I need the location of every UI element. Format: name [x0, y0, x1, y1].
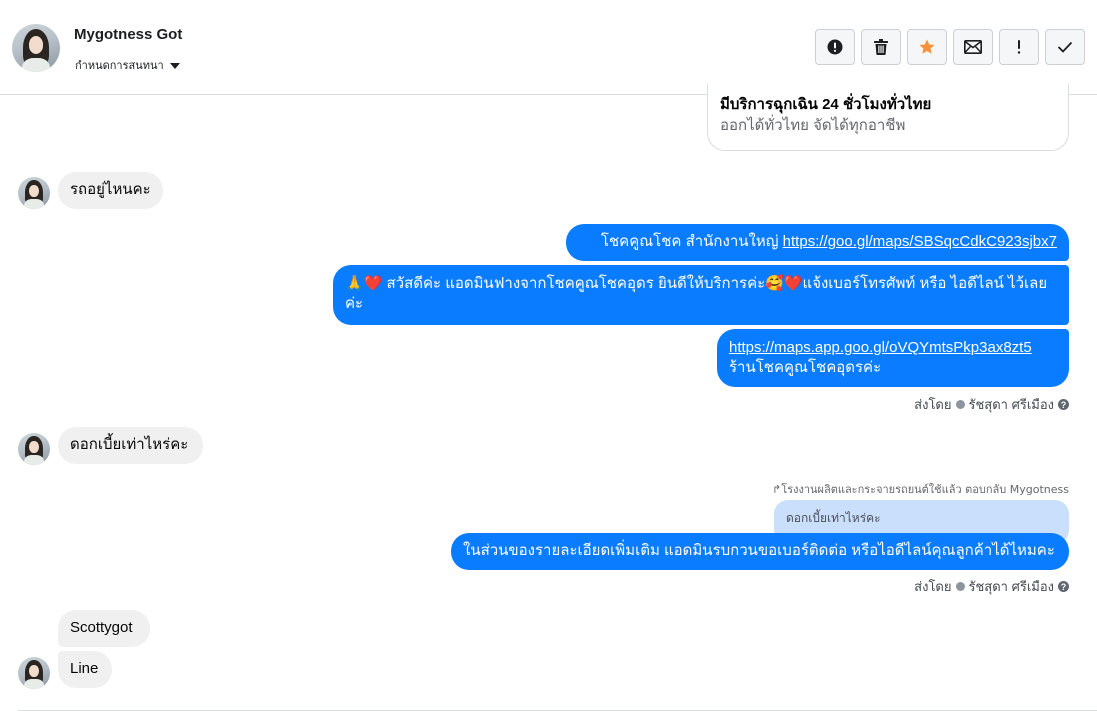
exclamation-icon — [1017, 40, 1021, 54]
message-text: ในส่วนของรายละเอียดเพิ่มเติม แอดมินรบกวน… — [463, 542, 1055, 559]
maps-link[interactable]: https://goo.gl/maps/SBSqcCdkC923sjbx7 — [783, 233, 1057, 250]
message-text: โชคคูณโชค สำนักงานใหญ่ — [600, 233, 783, 250]
agent-avatar-icon — [955, 582, 965, 591]
exclamation-circle-icon — [827, 39, 843, 55]
assign-conversation-dropdown[interactable]: กำหนดการสนทนา — [75, 56, 180, 74]
message-text: รถอยู่ไหนคะ — [70, 181, 151, 198]
help-icon[interactable]: ? — [1058, 581, 1069, 592]
card-subtitle: ออกได้ทั่วไทย จัดได้ทุกอาชีพ — [720, 117, 906, 134]
sent-by-label: ส่งโดย — [914, 397, 952, 412]
agent-avatar-icon — [955, 400, 965, 409]
link-preview-card[interactable]: มีบริการฉุกเฉิน 24 ชั่วโมงทั่วไทย ออกได้… — [707, 84, 1069, 151]
done-button[interactable] — [1045, 29, 1085, 65]
maps-link[interactable]: https://maps.app.goo.gl/oVQYmtsPkp3ax8zt… — [729, 338, 1057, 358]
assign-label: กำหนดการสนทนา — [75, 59, 164, 72]
incoming-message: Scottygot — [58, 610, 150, 647]
conversation-header: Mygotness Got กำหนดการสนทนา — [0, 0, 1097, 95]
alert-button[interactable] — [815, 29, 855, 65]
toolbar — [815, 29, 1085, 65]
check-icon — [1057, 41, 1073, 53]
star-icon — [919, 39, 935, 54]
help-icon[interactable]: ? — [1058, 399, 1069, 410]
sent-by-label: ส่งโดย — [914, 579, 952, 594]
sent-by-info: ส่งโดย รัชสุดา ศรีเมือง ? — [914, 394, 1069, 415]
sender-avatar[interactable] — [18, 433, 50, 465]
message-text: Line — [70, 660, 99, 677]
contact-name[interactable]: Mygotness Got — [74, 26, 182, 43]
sent-by-info: ส่งโดย รัชสุดา ศรีเมือง ? — [914, 576, 1069, 597]
outgoing-message: 🙏❤️ สวัสดีค่ะ แอดมินฟางจากโชคคูณโชคอุดร … — [333, 265, 1069, 325]
outgoing-message: ในส่วนของรายละเอียดเพิ่มเติม แอดมินรบกวน… — [451, 533, 1069, 570]
star-button[interactable] — [907, 29, 947, 65]
outgoing-message: https://maps.app.goo.gl/oVQYmtsPkp3ax8zt… — [717, 329, 1069, 387]
sender-avatar[interactable] — [18, 177, 50, 209]
mark-unread-button[interactable] — [953, 29, 993, 65]
incoming-message: Line — [58, 651, 112, 688]
incoming-message: ดอกเบี้ยเท่าไหร่คะ — [58, 427, 203, 464]
message-text: ดอกเบี้ยเท่าไหร่คะ — [70, 436, 189, 453]
contact-avatar[interactable] — [12, 24, 60, 72]
message-text: ร้านโชคคูณโชคอุดรค่ะ — [729, 359, 882, 376]
envelope-icon — [964, 40, 982, 54]
message-text: Scottygot — [70, 619, 133, 636]
chevron-down-icon — [169, 62, 180, 69]
delete-button[interactable] — [861, 29, 901, 65]
outgoing-message: โชคคูณโชค สำนักงานใหญ่ https://goo.gl/ma… — [566, 224, 1069, 261]
message-text: ค่ะ — [345, 295, 364, 312]
agent-name[interactable]: รัชสุดา ศรีเมือง — [969, 394, 1055, 415]
sender-avatar[interactable] — [18, 657, 50, 689]
reply-note: ↱โรงงานผลิตและกระจายรถยนต์ใช้แล้ว ตอบกลั… — [772, 483, 1069, 496]
agent-name[interactable]: รัชสุดา ศรีเมือง — [969, 576, 1055, 597]
spam-button[interactable] — [999, 29, 1039, 65]
incoming-message: รถอยู่ไหนคะ — [58, 172, 163, 209]
message-text: 🙏❤️ สวัสดีค่ะ แอดมินฟางจากโชคคูณโชคอุดร … — [345, 275, 1048, 292]
trash-icon — [874, 39, 888, 55]
